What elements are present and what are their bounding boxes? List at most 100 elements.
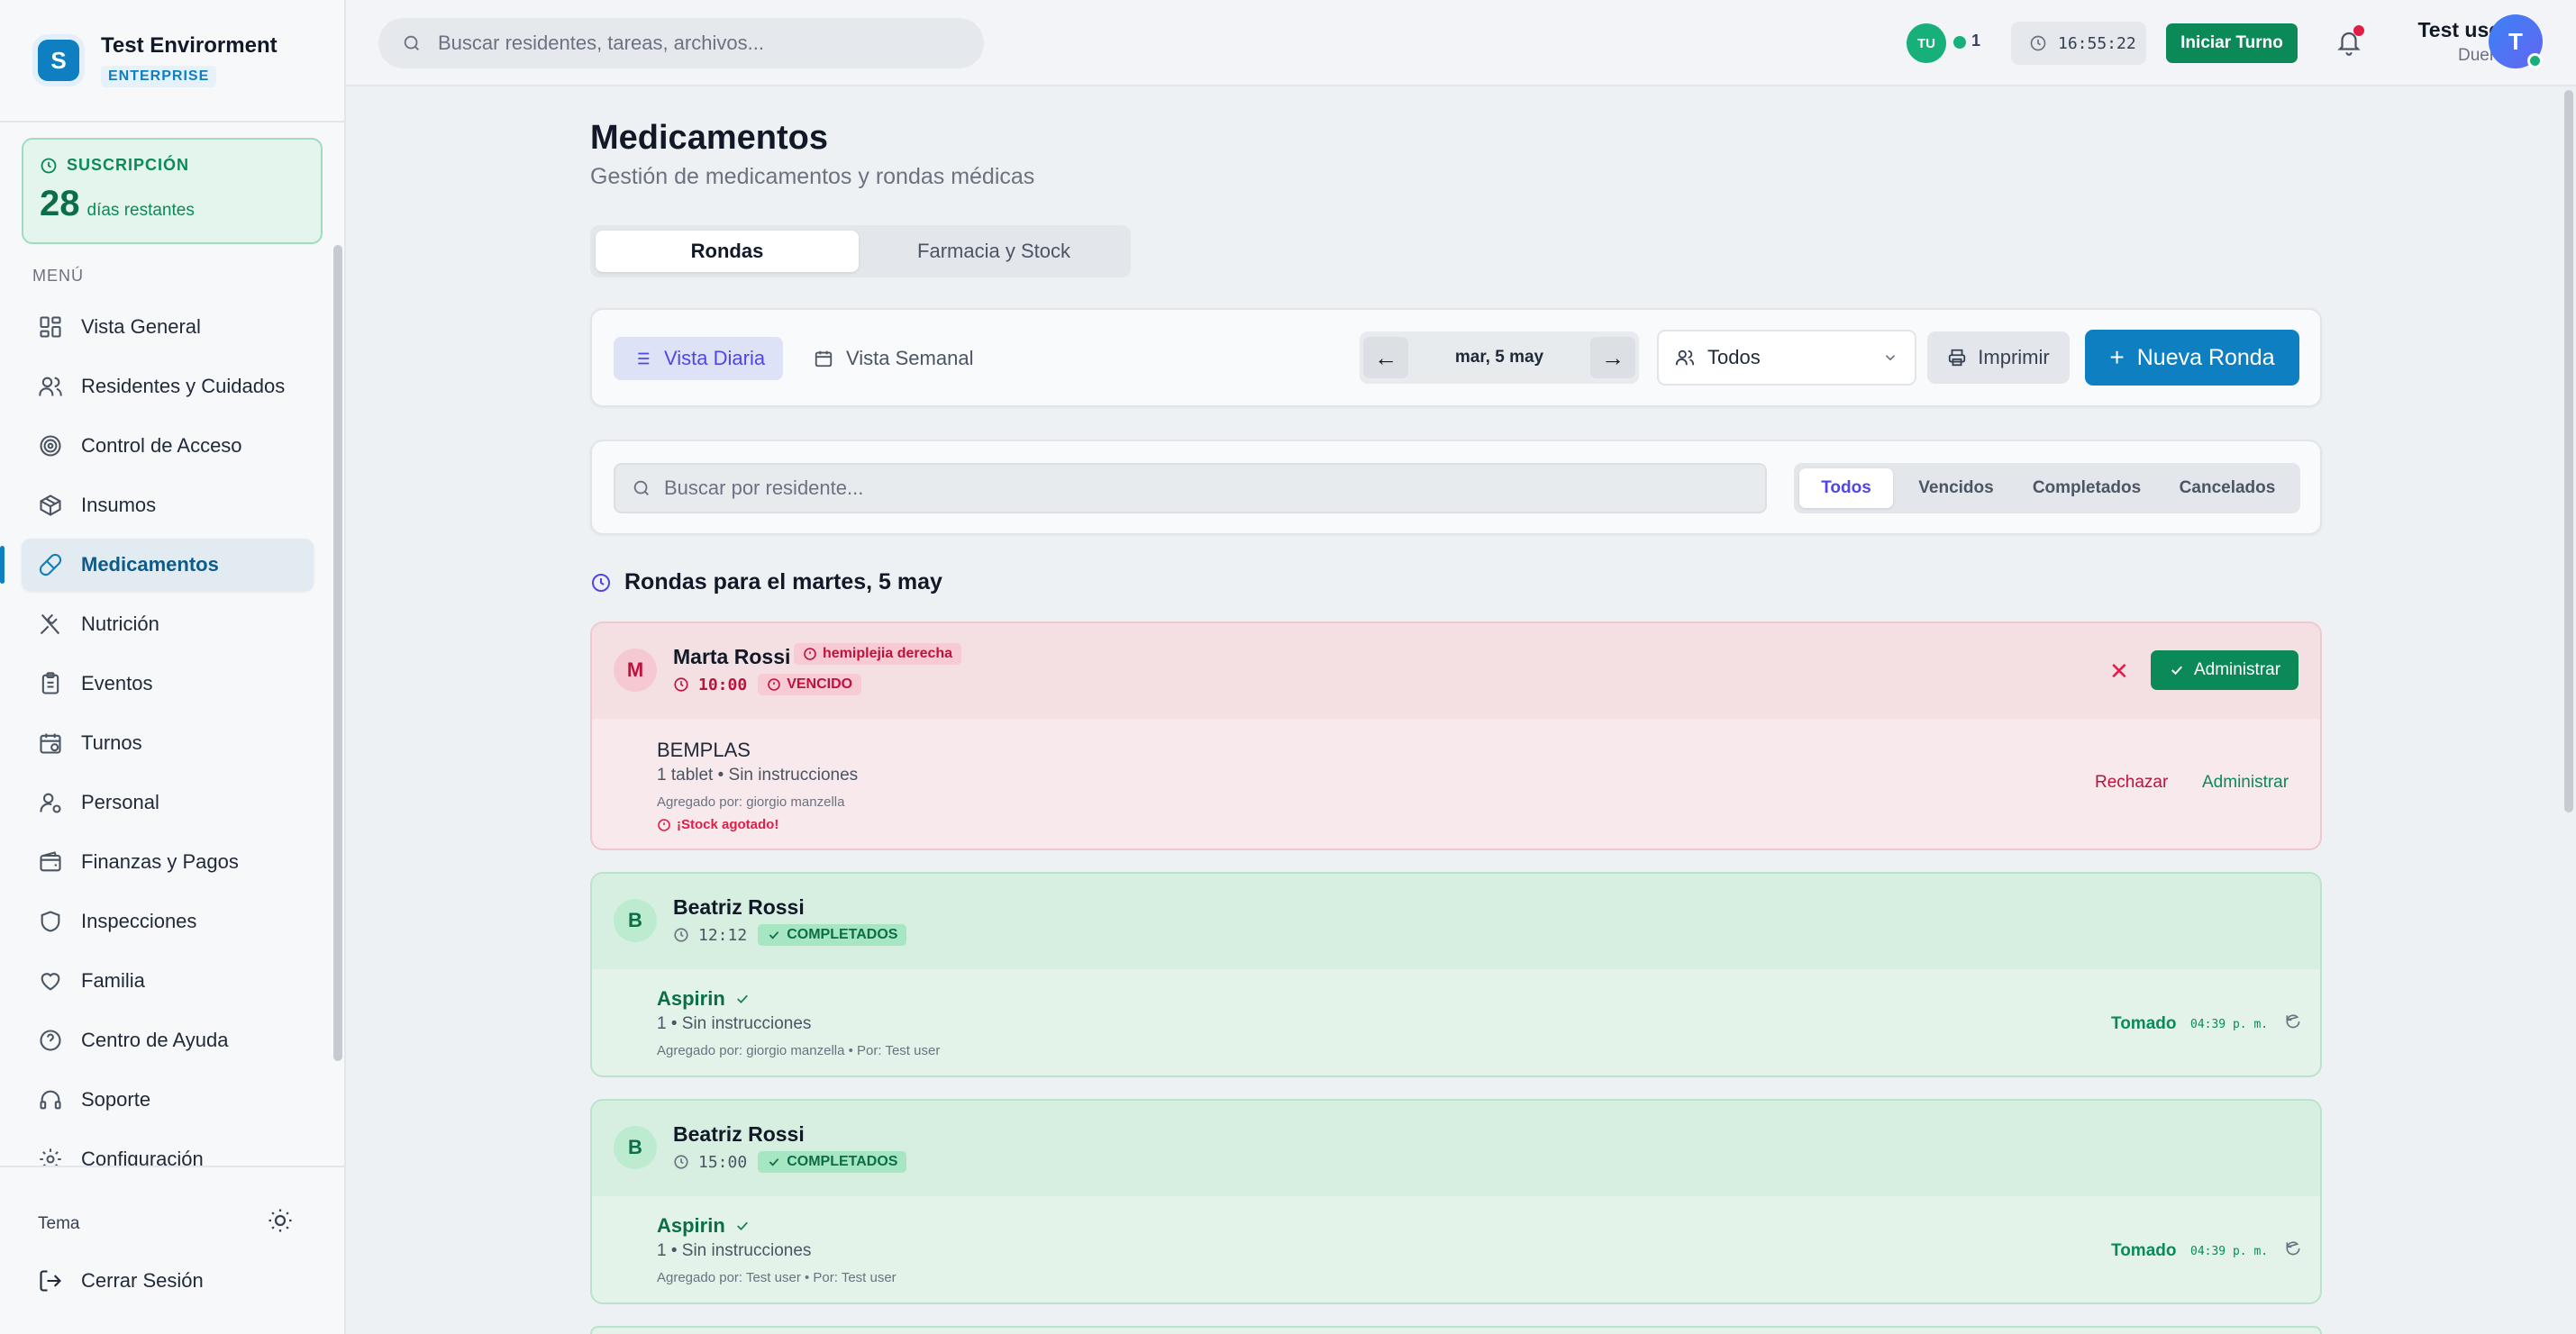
check-icon (769, 1158, 779, 1166)
filter-panel: Buscar por residente... Todos Vencidos C… (590, 440, 2322, 535)
sidebar-item-label: Insumos (81, 494, 157, 516)
check-icon (736, 1221, 748, 1231)
sidebar-item-eventos[interactable]: Eventos (22, 658, 314, 710)
online-indicator (1953, 36, 1966, 49)
resident-filter-select[interactable]: Todos (1657, 330, 1916, 386)
sun-icon[interactable] (267, 1207, 294, 1234)
clock-display: 16:55:22 (2011, 22, 2146, 65)
weekly-view-label: Vista Semanal (846, 347, 974, 369)
avatar-status-dot (2527, 53, 2543, 68)
new-round-button[interactable]: + Nueva Ronda (2085, 330, 2299, 386)
sidebar-item-label: Control de Acceso (81, 434, 242, 457)
clock-icon (674, 928, 688, 942)
start-shift-button[interactable]: Iniciar Turno (2166, 23, 2298, 63)
sidebar-item-nutricion[interactable]: Nutrición (22, 598, 314, 650)
sidebar-scrollbar[interactable] (333, 245, 342, 1061)
reject-button[interactable]: Rechazar (2095, 773, 2168, 793)
logout-button[interactable]: Cerrar Sesión (38, 1268, 204, 1293)
medication-item: BEMPLAS 1 tablet • Sin instrucciones Agr… (657, 739, 858, 832)
user-gear-icon (40, 793, 61, 813)
administer-all-label: Administrar (2193, 660, 2281, 679)
online-user-avatar[interactable]: TU (1907, 23, 1946, 63)
clock-icon (674, 1155, 688, 1169)
administer-button[interactable]: Administrar (2202, 773, 2289, 793)
sidebar-item-personal[interactable]: Personal (22, 776, 314, 829)
theme-label: Tema (38, 1214, 80, 1233)
undo-icon[interactable] (2284, 1239, 2302, 1257)
filter-tab-cancelados[interactable]: Cancelados (2160, 468, 2295, 508)
print-button[interactable]: Imprimir (1927, 331, 2070, 384)
global-search-input[interactable]: Buscar residentes, tareas, archivos... (378, 18, 984, 68)
filter-tab-vencidos[interactable]: Vencidos (1898, 468, 2014, 508)
condition-text: hemiplejia derecha (823, 646, 953, 661)
undo-icon[interactable] (2284, 1012, 2302, 1030)
brand[interactable]: S Test Envirorment ENTERPRISE (0, 0, 344, 123)
subscription-title: SUSCRIPCIÓN (67, 156, 190, 174)
sidebar-item-ayuda[interactable]: Centro de Ayuda (22, 1014, 314, 1066)
sidebar-item-medicamentos[interactable]: Medicamentos (0, 539, 314, 591)
utensils-icon (40, 613, 60, 635)
resident-name[interactable]: Beatriz Rossi (673, 895, 805, 920)
stock-warning-text: ¡Stock agotado! (677, 817, 779, 832)
tab-farmacia-stock[interactable]: Farmacia y Stock (862, 231, 1125, 272)
filter-tab-completados[interactable]: Completados (2019, 468, 2154, 508)
medication-name: Aspirin (657, 1214, 725, 1237)
current-date[interactable]: mar, 5 may (1414, 331, 1585, 384)
status-text: COMPLETADOS (787, 927, 898, 942)
shield-icon (41, 911, 60, 932)
page-title: Medicamentos (590, 119, 828, 157)
medication-added-by: Agregado por: giorgio manzella • Por: Te… (657, 1043, 941, 1058)
weekly-view-button[interactable]: Vista Semanal (796, 337, 991, 380)
notification-dot (2353, 25, 2364, 36)
check-icon (736, 994, 748, 1004)
resident-name[interactable]: Marta Rossi (673, 645, 790, 669)
medication-added-by: Agregado por: giorgio manzella (657, 794, 845, 810)
tab-rondas[interactable]: Rondas (596, 231, 859, 272)
stock-warning: ¡Stock agotado! (657, 817, 858, 832)
daily-view-button[interactable]: Vista Diaria (614, 337, 784, 380)
sidebar-item-label: Nutrición (81, 613, 159, 635)
medication-item: Aspirin 1 • Sin instrucciones Agregado p… (657, 1214, 897, 1285)
sidebar-item-inspecciones[interactable]: Inspecciones (22, 895, 314, 948)
medication-item: Aspirin 1 • Sin instrucciones Agregado p… (657, 987, 940, 1058)
administer-all-button[interactable]: Administrar (2151, 650, 2298, 690)
box-icon (40, 495, 61, 516)
new-round-label: Nueva Ronda (2136, 344, 2275, 370)
search-icon (404, 35, 419, 50)
sidebar-item-turnos[interactable]: Turnos (22, 717, 314, 769)
main-scrollbar[interactable] (2564, 90, 2573, 812)
alert-icon (804, 648, 816, 660)
grid-icon (40, 316, 61, 338)
resident-search-input[interactable]: Buscar por residente... (614, 463, 1767, 513)
sidebar-item-residentes[interactable]: Residentes y Cuidados (22, 360, 314, 413)
users-icon (39, 377, 62, 396)
sidebar-item-familia[interactable]: Familia (22, 955, 314, 1007)
round-card: M Marta Rossi hemiplejia derecha 10:00 V… (590, 622, 2322, 850)
sidebar-item-vista-general[interactable]: Vista General (22, 301, 314, 353)
next-day-button[interactable]: → (1590, 337, 1635, 378)
sidebar-item-finanzas[interactable]: Finanzas y Pagos (22, 836, 314, 888)
medication-name-row: Aspirin (657, 987, 940, 1011)
prev-day-button[interactable]: ← (1363, 337, 1408, 378)
headset-icon (40, 1090, 61, 1110)
chevron-down-icon (1885, 355, 1896, 361)
cancel-round-button[interactable]: ✕ (2109, 658, 2129, 685)
sidebar-item-label: Eventos (81, 672, 153, 694)
resident-name[interactable]: Beatriz Rossi (673, 1122, 805, 1147)
round-time: 10:00 (698, 675, 748, 694)
print-label: Imprimir (1978, 346, 2050, 368)
logout-label: Cerrar Sesión (81, 1269, 204, 1292)
sidebar-item-control-acceso[interactable]: Control de Acceso (22, 420, 314, 472)
heart-icon (41, 973, 60, 991)
check-icon (2171, 666, 2182, 676)
sidebar-item-insumos[interactable]: Insumos (22, 479, 314, 531)
resident-filter-value: Todos (1707, 346, 1761, 368)
sidebar-item-soporte[interactable]: Soporte (22, 1074, 314, 1126)
brand-name: Test Envirorment (101, 33, 278, 58)
filter-tab-todos[interactable]: Todos (1799, 468, 1893, 508)
online-count: 1 (1971, 32, 1981, 50)
alert-icon (768, 678, 780, 691)
sidebar-item-label: Familia (81, 969, 145, 992)
logout-icon (40, 1270, 61, 1292)
resident-initial: B (614, 899, 657, 942)
